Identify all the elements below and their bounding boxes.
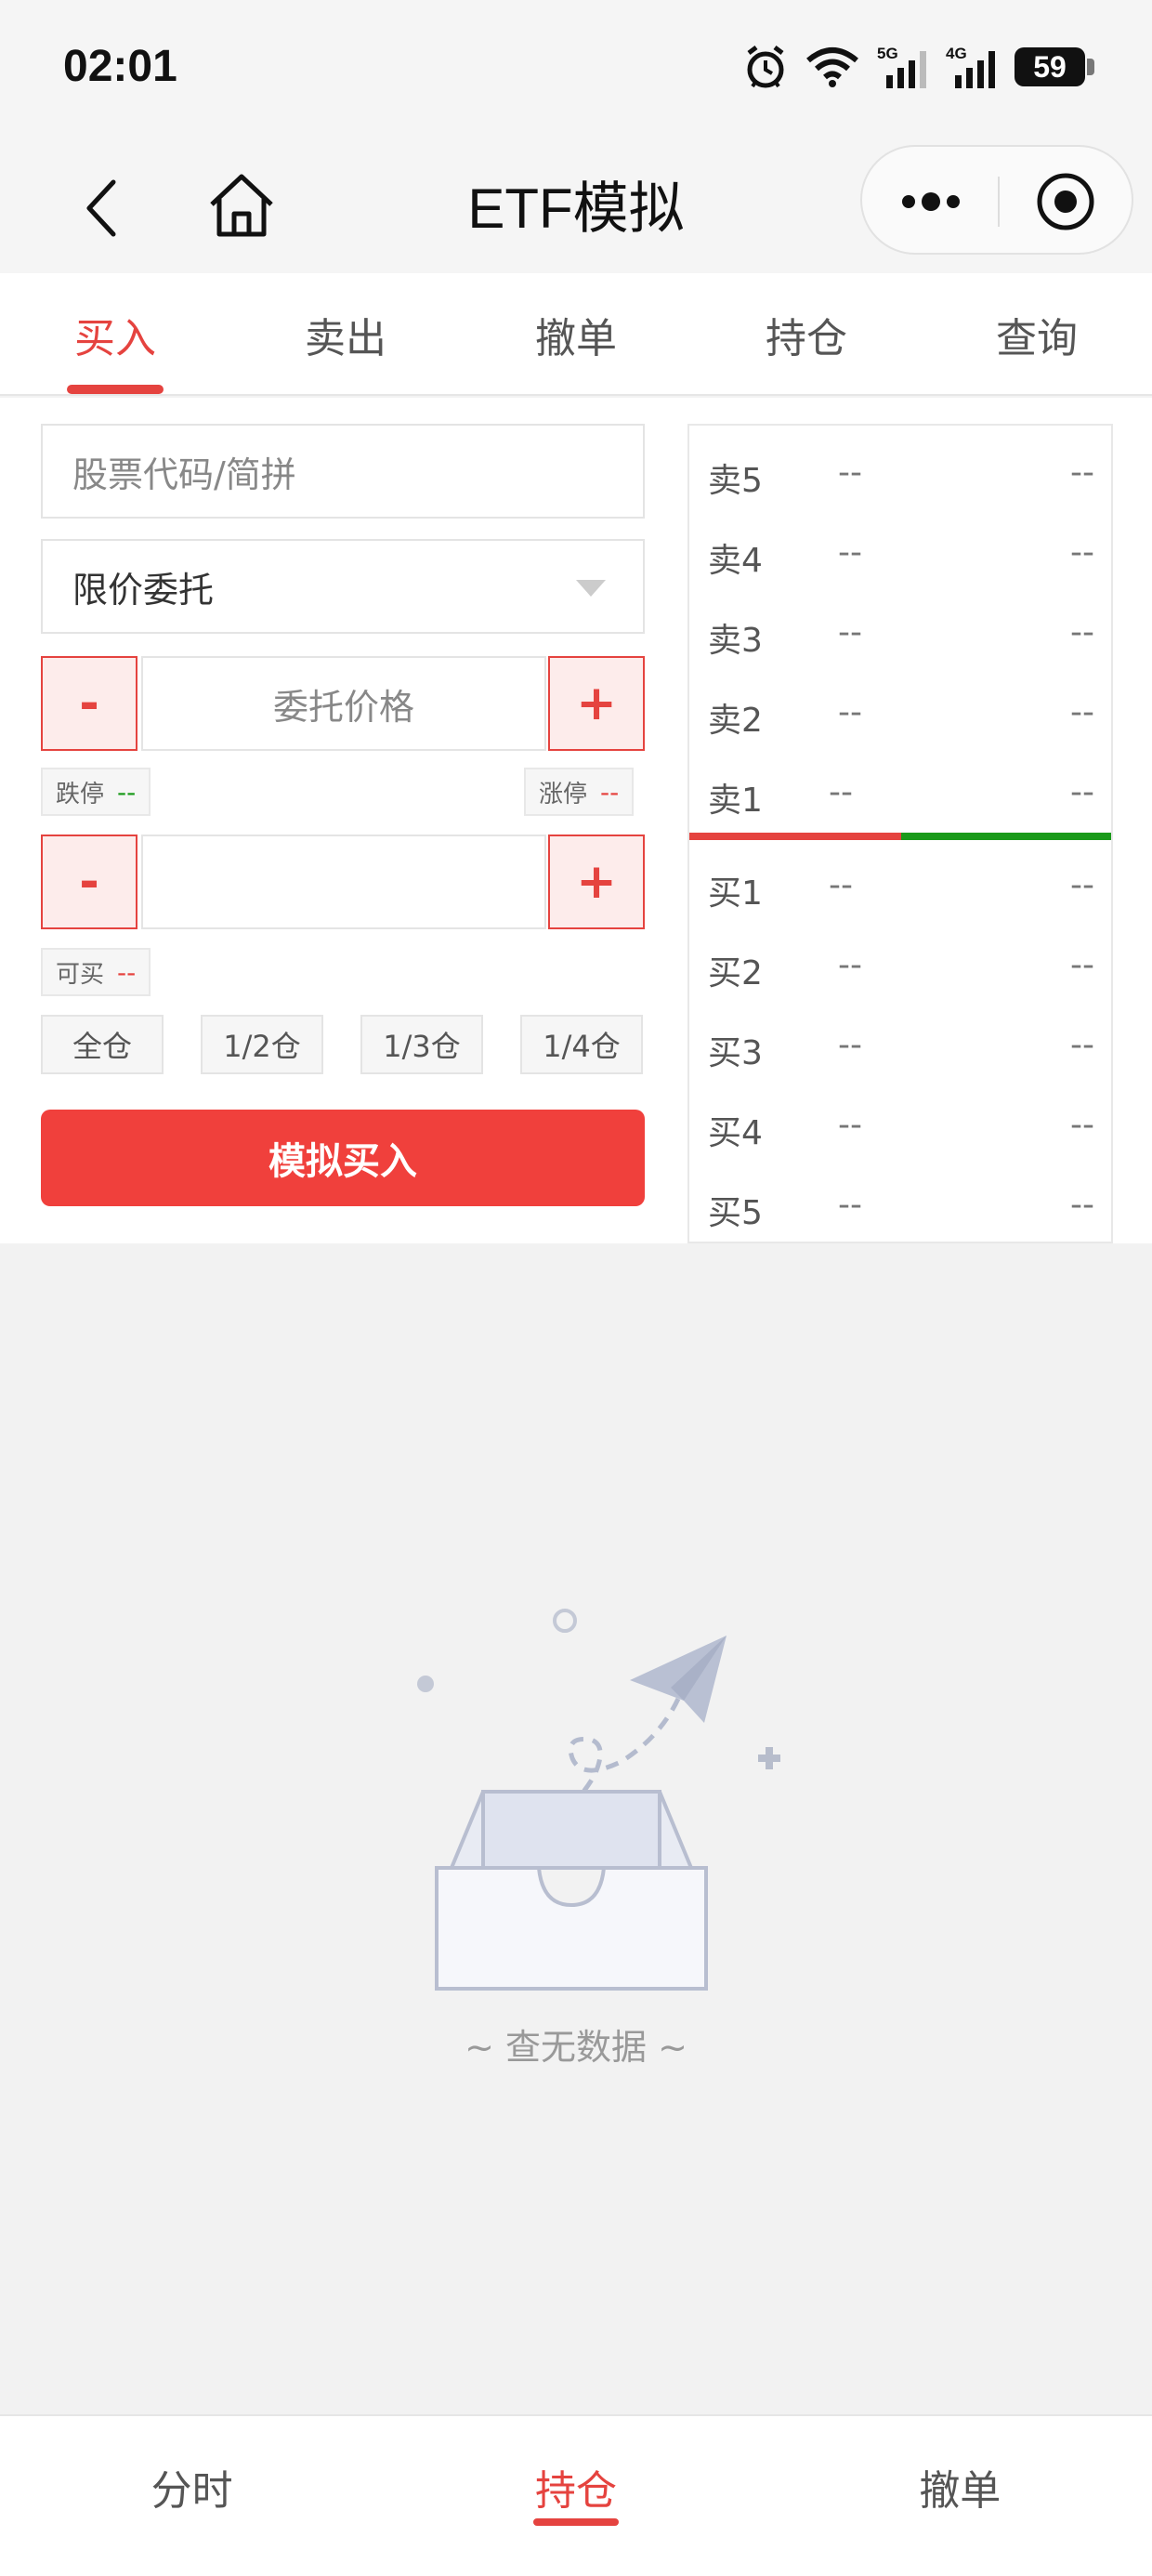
sell-level-volume: -- <box>1070 693 1094 731</box>
position-third-button[interactable]: 1/3仓 <box>360 1015 483 1074</box>
sell-level-label: 卖1 <box>708 782 763 820</box>
limit-up-value: -- <box>600 776 620 808</box>
tab-buy[interactable]: 买入 <box>0 273 230 394</box>
tab-sell[interactable]: 卖出 <box>230 273 461 394</box>
page: 02:01 5G 4G 59 ETF模拟 买入 卖出 撤单 持仓 查询 股票代码… <box>0 0 1152 2576</box>
bottom-nav-timeshare[interactable]: 分时 <box>0 2416 384 2576</box>
price-plus-button[interactable]: + <box>548 656 645 751</box>
bottom-nav: 分时 持仓 撤单 <box>0 2414 1152 2576</box>
buy-level-price: -- <box>838 1186 862 1224</box>
quantity-plus-button[interactable]: + <box>548 835 645 929</box>
sell-level-label: 卖5 <box>708 462 763 500</box>
buy-level-price: -- <box>838 1026 862 1064</box>
tab-cancel[interactable]: 撤单 <box>461 273 691 394</box>
sell-side-bar <box>689 833 901 840</box>
buy-level-volume: -- <box>1070 946 1094 984</box>
close-capsule-icon[interactable] <box>1035 171 1096 232</box>
network-4g-label: 4G <box>946 45 967 62</box>
buy-level-label: 买3 <box>708 1034 763 1072</box>
stock-code-input[interactable]: 股票代码/简拼 <box>41 424 645 519</box>
signal-4g-icon: 4G <box>946 44 998 90</box>
empty-state-text: ~ 查无数据 ~ <box>465 2027 687 2068</box>
wifi-icon <box>805 46 860 88</box>
order-book-row: 买3 -- -- <box>689 1019 1111 1074</box>
buy-level-price: -- <box>838 1106 862 1144</box>
quantity-input[interactable] <box>141 835 546 929</box>
battery-level: 59 <box>1033 49 1067 84</box>
tab-holdings[interactable]: 持仓 <box>691 273 922 394</box>
position-half-button[interactable]: 1/2仓 <box>201 1015 323 1074</box>
available-value: -- <box>117 956 137 988</box>
sell-level-price: -- <box>829 773 853 811</box>
sell-level-volume: -- <box>1070 613 1094 651</box>
limit-down-value: -- <box>117 776 137 808</box>
order-book-divider <box>689 833 1111 840</box>
price-placeholder: 委托价格 <box>272 686 414 728</box>
order-book-row: 买5 -- -- <box>689 1178 1111 1234</box>
buy-level-label: 买2 <box>708 954 763 992</box>
buy-level-label: 买5 <box>708 1194 763 1232</box>
price-minus-button[interactable]: - <box>41 656 137 751</box>
sell-level-volume: -- <box>1070 453 1094 492</box>
order-book-row: 买4 -- -- <box>689 1098 1111 1154</box>
dropdown-arrow-icon <box>576 580 606 597</box>
nav-bar: ETF模拟 <box>0 139 1152 273</box>
order-book-row: 卖5 -- -- <box>689 446 1111 502</box>
quantity-minus-button[interactable]: - <box>41 835 137 929</box>
sell-level-volume: -- <box>1070 773 1094 811</box>
stock-code-placeholder: 股票代码/简拼 <box>72 453 296 495</box>
bottom-nav-cancel[interactable]: 撤单 <box>768 2416 1152 2576</box>
available-label: 可买 <box>56 960 105 989</box>
battery-icon: 59 <box>1015 47 1094 86</box>
status-bar: 02:01 5G 4G 59 <box>0 0 1152 139</box>
sell-level-label: 卖2 <box>708 702 763 740</box>
sell-level-volume: -- <box>1070 533 1094 572</box>
limit-up-label: 涨停 <box>539 780 588 808</box>
order-book-row: 卖4 -- -- <box>689 526 1111 582</box>
buy-level-price: -- <box>829 866 853 904</box>
tab-query[interactable]: 查询 <box>922 273 1152 394</box>
trade-tabs: 买入 卖出 撤单 持仓 查询 <box>0 273 1152 396</box>
buy-level-label: 买1 <box>708 874 763 913</box>
sell-level-label: 卖3 <box>708 622 763 660</box>
sell-level-price: -- <box>838 693 862 731</box>
limit-up-tag: 涨停 -- <box>524 768 635 816</box>
capsule-divider <box>998 177 1000 227</box>
empty-inbox-icon <box>409 1598 780 2026</box>
order-type-select[interactable]: 限价委托 <box>41 539 645 634</box>
mini-program-capsule <box>860 145 1133 255</box>
bottom-nav-holdings[interactable]: 持仓 <box>384 2416 767 2576</box>
order-type-value: 限价委托 <box>72 569 215 611</box>
buy-level-volume: -- <box>1070 1026 1094 1064</box>
sell-level-price: -- <box>838 533 862 572</box>
order-book-row: 买1 -- -- <box>689 859 1111 914</box>
order-book: 卖5 -- -- 卖4 -- -- 卖3 -- -- 卖2 -- -- 卖1 -… <box>687 424 1113 1243</box>
order-book-row: 买2 -- -- <box>689 939 1111 994</box>
position-full-button[interactable]: 全仓 <box>41 1015 164 1074</box>
buy-side-bar <box>901 833 1111 840</box>
order-book-row: 卖3 -- -- <box>689 606 1111 662</box>
buy-level-volume: -- <box>1070 1106 1094 1144</box>
limit-down-tag: 跌停 -- <box>41 768 151 816</box>
order-book-row: 卖1 -- -- <box>689 766 1111 821</box>
alarm-icon <box>743 44 788 90</box>
buy-level-volume: -- <box>1070 866 1094 904</box>
price-input[interactable]: 委托价格 <box>141 656 546 751</box>
sell-level-price: -- <box>838 453 862 492</box>
more-icon[interactable] <box>894 171 968 232</box>
order-book-row: 卖2 -- -- <box>689 686 1111 742</box>
buy-level-price: -- <box>838 946 862 984</box>
network-5g-label: 5G <box>877 45 898 62</box>
status-icons: 5G 4G 59 <box>743 41 1094 93</box>
limit-down-label: 跌停 <box>56 780 105 808</box>
simulate-buy-button[interactable]: 模拟买入 <box>41 1110 645 1206</box>
buy-level-label: 买4 <box>708 1114 763 1152</box>
status-time: 02:01 <box>63 42 177 91</box>
sell-level-label: 卖4 <box>708 542 763 580</box>
position-quarter-button[interactable]: 1/4仓 <box>520 1015 643 1074</box>
available-tag: 可买 -- <box>41 948 151 996</box>
buy-level-volume: -- <box>1070 1186 1094 1224</box>
signal-5g-icon: 5G <box>877 44 929 90</box>
sell-level-price: -- <box>838 613 862 651</box>
